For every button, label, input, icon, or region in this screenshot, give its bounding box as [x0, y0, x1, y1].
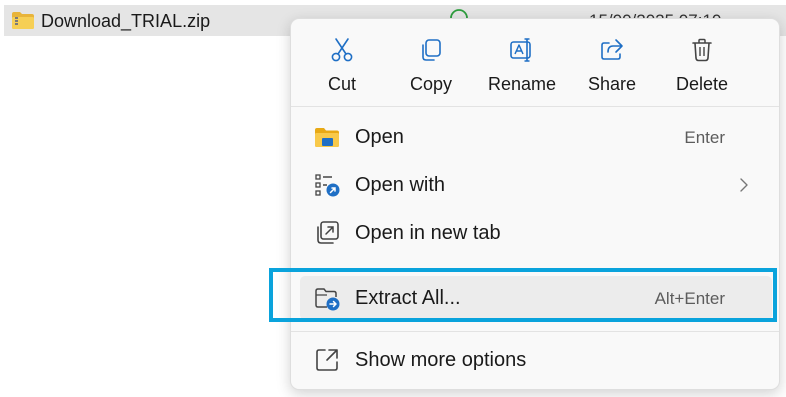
open-with-icon	[315, 174, 340, 197]
file-name[interactable]: Download_TRIAL.zip	[41, 11, 210, 32]
action-bar-divider	[291, 106, 779, 107]
menu-item-open-label: Open	[355, 126, 404, 148]
rename-label: Rename	[487, 74, 557, 94]
menu-item-open[interactable]: Open Enter	[300, 115, 772, 159]
menu-item-extract-all[interactable]: Extract All... Alt+Enter	[300, 276, 772, 320]
menu-item-extract-all-shortcut: Alt+Enter	[654, 289, 725, 308]
folder-icon	[315, 128, 339, 147]
menu-item-open-shortcut: Enter	[684, 128, 725, 147]
new-tab-icon	[317, 221, 339, 244]
rename-icon	[510, 38, 531, 62]
extract-folder-icon	[315, 288, 340, 311]
cut-button[interactable]: Cut	[296, 19, 388, 106]
chevron-right-icon	[740, 178, 748, 192]
show-more-icon	[316, 349, 338, 371]
menu-item-extract-all-label: Extract All...	[355, 287, 461, 309]
copy-button[interactable]: Copy	[385, 19, 477, 106]
share-icon	[601, 39, 623, 60]
menu-item-open-with-label: Open with	[355, 174, 446, 196]
scissors-icon	[331, 38, 353, 62]
copy-label: Copy	[409, 74, 453, 94]
copy-icon	[422, 39, 441, 61]
zip-folder-icon	[12, 12, 34, 29]
share-button[interactable]: Share	[566, 19, 658, 106]
menu-item-show-more-options-label: Show more options	[355, 349, 527, 371]
menu-item-open-new-tab-label: Open in new tab	[355, 222, 501, 244]
file-explorer-window: Download_TRIAL.zip 15/00/2025 07:10 Cut	[0, 0, 786, 397]
delete-button[interactable]: Delete	[656, 19, 748, 106]
menu-divider	[291, 331, 779, 332]
rename-button[interactable]: Rename	[476, 19, 568, 106]
trash-icon	[692, 38, 712, 62]
cut-label: Cut	[327, 74, 356, 94]
action-bar: Cut Copy Rename Share Delete	[291, 19, 779, 106]
menu-item-show-more-options[interactable]: Show more options	[300, 338, 772, 382]
menu-item-open-with[interactable]: Open with	[300, 163, 772, 207]
share-label: Share	[587, 74, 637, 94]
delete-label: Delete	[675, 74, 729, 94]
context-menu: Cut Copy Rename Share Delete Open Enter …	[290, 18, 780, 390]
menu-item-open-new-tab[interactable]: Open in new tab	[300, 211, 772, 255]
